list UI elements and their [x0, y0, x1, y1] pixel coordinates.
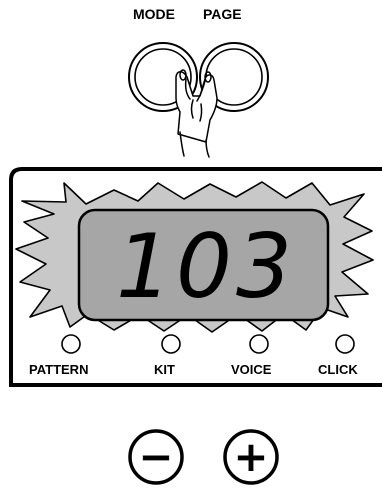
minus-symbol: −: [138, 432, 173, 481]
indicator-led-kit: [161, 334, 181, 354]
indicator-led-voice: [249, 334, 269, 354]
indicator-label-voice: VOICE: [231, 362, 272, 377]
indicator-led-pattern: [61, 334, 81, 354]
plus-symbol: +: [233, 432, 268, 481]
indicator-label-pattern: PATTERN: [29, 362, 89, 377]
indicator-led-click: [335, 334, 355, 354]
drum-module-diagram: MODE PAGE 103 − + PATTERN KIT VOICE CLIC…: [0, 0, 382, 489]
lcd-digits: 103: [116, 215, 296, 318]
diagram-canvas: 103 − +: [9, 42, 382, 485]
indicator-label-kit: KIT: [154, 362, 175, 377]
indicator-label-click: CLICK: [318, 362, 358, 377]
